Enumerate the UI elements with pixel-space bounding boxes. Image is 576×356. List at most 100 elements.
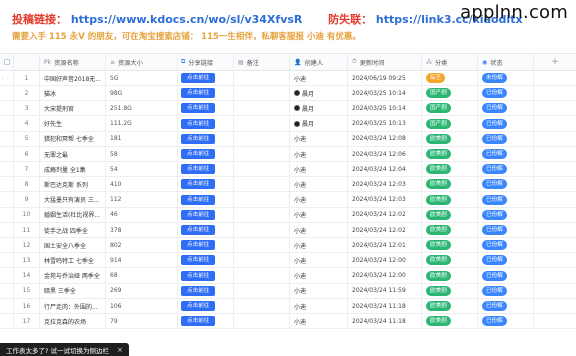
table-row[interactable]: 11 徒手之战 四季全 378 点击前往 小迪 2024/03/24 12:02 欧美剧 已份… [0,223,576,238]
table-row[interactable]: 8 斯巴达克斯 系列 410 点击前往 小迪 2024/03/24 12:03 欧美剧 已份解 [0,177,576,193]
table-row[interactable]: 17 克拉克森的农场 79 点击前往 小迪 2024/03/24 11:18 欧美剧 已份解 [0,314,576,330]
header-creator[interactable]: 👤 创建人 [290,54,348,70]
header-note[interactable]: ▤ 备注 [234,54,290,70]
resource-name[interactable]: 林雪鸣特工 七季全 [40,253,106,268]
category-cell[interactable]: 国产剧 [422,101,478,116]
row-checkbox[interactable] [0,299,14,313]
row-checkbox[interactable] [0,131,14,146]
resource-name[interactable]: 猎犯和冥帮 七季全 [40,131,106,146]
status-cell[interactable]: 已份解 [478,268,534,283]
table-row[interactable]: 4 好先生 111.2G 点击前往 晨月 2024/03/25 10:13 国产剧 已份解 [0,116,576,132]
resource-name[interactable]: 成瘾剂量 全1集 [40,162,106,177]
category-cell[interactable]: 欧美剧 [422,238,478,253]
resource-size[interactable]: 98G [106,86,178,101]
note-cell[interactable] [234,314,290,329]
status-cell[interactable]: 已份解 [478,283,534,298]
go-link-button[interactable]: 点击前往 [181,194,216,205]
go-link-button[interactable]: 点击前往 [181,270,216,281]
note-cell[interactable] [234,207,290,222]
status-cell[interactable]: 已份解 [478,162,534,177]
go-link-button[interactable]: 点击前往 [181,240,216,251]
category-cell[interactable]: 欧美剧 [422,177,478,192]
note-cell[interactable] [234,147,290,161]
resource-name[interactable]: 中国好声音2018无... [40,71,106,85]
table-row[interactable]: 5 猎犯和冥帮 七季全 181 点击前往 小迪 2024/03/24 12:08 欧美剧 已份… [0,131,576,147]
resource-name[interactable]: 行尸走肉：外围的... [40,299,106,313]
header-link[interactable]: ⧉ 分享链接 [178,54,234,70]
category-cell[interactable]: 欧美剧 [422,162,478,177]
status-cell[interactable]: 已份解 [478,192,534,207]
add-column-button[interactable]: + [534,54,576,70]
note-cell[interactable] [234,223,290,237]
header-name[interactable]: Pk 资源名称 [40,54,106,70]
go-link-button[interactable]: 点击前往 [181,103,216,114]
status-cell[interactable]: 已份解 [478,299,534,313]
row-checkbox[interactable] [0,162,14,177]
resource-name[interactable]: 国土安全八季全 [40,238,106,253]
table-row[interactable]: 13 林雪鸣特工 七季全 914 点击前往 小迪 2024/03/24 12:00 欧美剧 已… [0,253,576,269]
table-row[interactable]: 12 国土安全八季全 802 点击前往 小迪 2024/03/24 12:01 欧美剧 已份解 [0,238,576,254]
resource-size[interactable]: 5G [106,71,178,85]
category-cell[interactable]: 欧美剧 [422,223,478,237]
resource-size[interactable]: 378 [106,223,178,237]
category-cell[interactable]: 欧美剧 [422,299,478,313]
go-link-button[interactable]: 点击前往 [181,88,216,99]
category-cell[interactable]: 欧美剧 [422,131,478,146]
row-checkbox[interactable] [0,314,14,329]
go-link-button[interactable]: 点击前往 [181,316,216,327]
category-cell[interactable]: 欧美剧 [422,147,478,161]
status-cell[interactable]: 已份解 [478,101,534,116]
resource-name[interactable]: 大宋提刑官 [40,101,106,116]
go-link-button[interactable]: 点击前往 [181,225,216,235]
resource-name[interactable]: 无罪之最 [40,147,106,161]
go-link-button[interactable]: 点击前往 [181,179,216,190]
resource-size[interactable]: 269 [106,283,178,298]
resource-size[interactable]: 181 [106,131,178,146]
category-cell[interactable]: 欧美剧 [422,192,478,207]
go-link-button[interactable]: 点击前往 [181,301,216,311]
header-time[interactable]: ⏱ 更新时间 [348,54,422,70]
go-link-button[interactable]: 点击前往 [181,73,216,83]
status-cell[interactable]: 已份解 [478,131,534,146]
header-status[interactable]: ◉ 状态 [478,54,534,70]
resource-name[interactable]: 金苑与乔治娅 两季全 [40,268,106,283]
note-cell[interactable] [234,192,290,207]
category-cell[interactable]: 欧美剧 [422,253,478,268]
resource-size[interactable]: 410 [106,177,178,192]
row-checkbox[interactable] [0,207,14,222]
category-cell[interactable]: 国产剧 [422,116,478,131]
go-link-button[interactable]: 点击前往 [181,164,216,175]
status-cell[interactable]: 已份解 [478,207,534,222]
table-row[interactable]: ⋮⋮ 1 中国好声音2018无... 5G 点击前往 小迪 2024/06/19 09:25… [0,71,576,86]
go-link-button[interactable]: 点击前往 [181,209,216,220]
table-row[interactable]: 6 无罪之最 58 点击前往 小迪 2024/03/24 12:06 欧美剧 已份解 [0,147,576,162]
resource-size[interactable]: 46 [106,207,178,222]
resource-size[interactable]: 111.2G [106,116,178,131]
drag-handle-icon[interactable]: ⋮⋮ [1,75,11,81]
table-row[interactable]: 2 猫冰 98G 点击前往 晨月 2024/03/25 10:14 国产剧 已份解 [0,86,576,102]
row-checkbox[interactable] [0,177,14,192]
status-cell[interactable]: 已份解 [478,86,534,101]
resource-size[interactable]: 106 [106,299,178,313]
resource-size[interactable]: 54 [106,162,178,177]
resource-name[interactable]: 暗黑 三季全 [40,283,106,298]
row-checkbox[interactable] [0,238,14,253]
resource-name[interactable]: 猫冰 [40,86,106,101]
category-cell[interactable]: 欧美剧 [422,268,478,283]
resource-size[interactable]: 79 [106,314,178,329]
resource-name[interactable]: 克拉克森的农场 [40,314,106,329]
resource-size[interactable]: 251.8G [106,101,178,116]
note-cell[interactable] [234,299,290,313]
go-link-button[interactable]: 点击前往 [181,149,216,159]
note-cell[interactable] [234,177,290,192]
status-cell[interactable]: 已份解 [478,147,534,161]
row-checkbox[interactable] [0,101,14,116]
status-cell[interactable]: 未份解 [478,71,534,85]
resource-name[interactable]: 好先生 [40,116,106,131]
status-cell[interactable]: 已份解 [478,177,534,192]
resource-size[interactable]: 58 [106,147,178,161]
table-row[interactable]: 15 暗黑 三季全 269 点击前往 小迪 2024/03/24 11:59 欧美剧 已份解 [0,283,576,299]
table-row[interactable]: 10 婚姻生活(杜比视界... 46 点击前往 小迪 2024/03/24 12:02 欧美… [0,207,576,223]
row-checkbox[interactable] [0,116,14,131]
table-row[interactable]: 3 大宋提刑官 251.8G 点击前往 晨月 2024/03/25 10:14 国产剧 已份解 [0,101,576,117]
